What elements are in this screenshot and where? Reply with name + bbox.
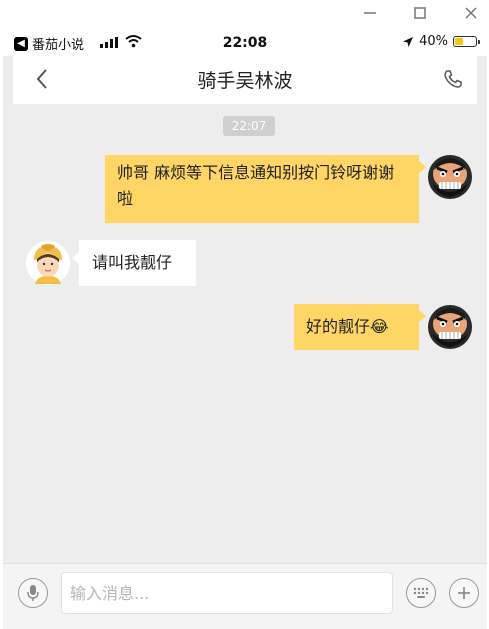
keyboard-icon bbox=[413, 587, 429, 598]
window-title-bar bbox=[0, 0, 489, 30]
message-text: 好的靓仔 bbox=[306, 317, 371, 336]
battery-percent: 40% bbox=[419, 34, 448, 49]
message-input[interactable] bbox=[61, 572, 393, 614]
my-avatar[interactable] bbox=[427, 304, 473, 350]
my-avatar[interactable] bbox=[427, 154, 473, 200]
message-text: 帅哥 麻烦等下信息通知别按门铃呀谢谢啦 bbox=[117, 163, 395, 208]
keyboard-button[interactable] bbox=[406, 578, 436, 608]
nav-bar: 骑手吴林波 bbox=[13, 56, 477, 104]
close-icon[interactable] bbox=[459, 3, 483, 23]
message-input-bar bbox=[3, 563, 487, 629]
microphone-icon bbox=[27, 585, 39, 601]
message-bubble-incoming[interactable]: 请叫我靓仔 bbox=[79, 240, 196, 286]
phone-screen: ◀ 番茄小说 22:08 40% 骑手吴林波 22:07 帅哥 麻烦等下信息通知… bbox=[3, 30, 487, 629]
location-arrow-icon bbox=[403, 36, 414, 47]
status-bar: ◀ 番茄小说 22:08 40% bbox=[3, 30, 487, 56]
rider-avatar[interactable] bbox=[25, 240, 71, 286]
battery-cap bbox=[478, 40, 480, 44]
battery-fill bbox=[455, 38, 463, 45]
phone-icon[interactable] bbox=[443, 69, 463, 89]
plus-icon bbox=[458, 587, 470, 599]
maximize-icon[interactable] bbox=[408, 3, 432, 23]
voice-button[interactable] bbox=[18, 578, 48, 608]
bubble-tail bbox=[419, 310, 426, 322]
minimize-icon[interactable] bbox=[358, 3, 382, 23]
laughing-emoji-icon: 😂 bbox=[370, 317, 389, 336]
chat-title: 骑手吴林波 bbox=[197, 70, 293, 92]
bubble-tail bbox=[72, 252, 79, 264]
message-bubble-outgoing[interactable]: 好的靓仔😂 bbox=[294, 304, 419, 350]
battery-icon bbox=[453, 36, 480, 47]
message-bubble-outgoing[interactable]: 帅哥 麻烦等下信息通知别按门铃呀谢谢啦 bbox=[105, 155, 419, 223]
bubble-tail bbox=[419, 161, 426, 173]
message-text: 请叫我靓仔 bbox=[92, 253, 173, 272]
message-timestamp: 22:07 bbox=[223, 116, 275, 136]
add-button[interactable] bbox=[449, 578, 479, 608]
status-right-group: 40% bbox=[402, 34, 480, 49]
